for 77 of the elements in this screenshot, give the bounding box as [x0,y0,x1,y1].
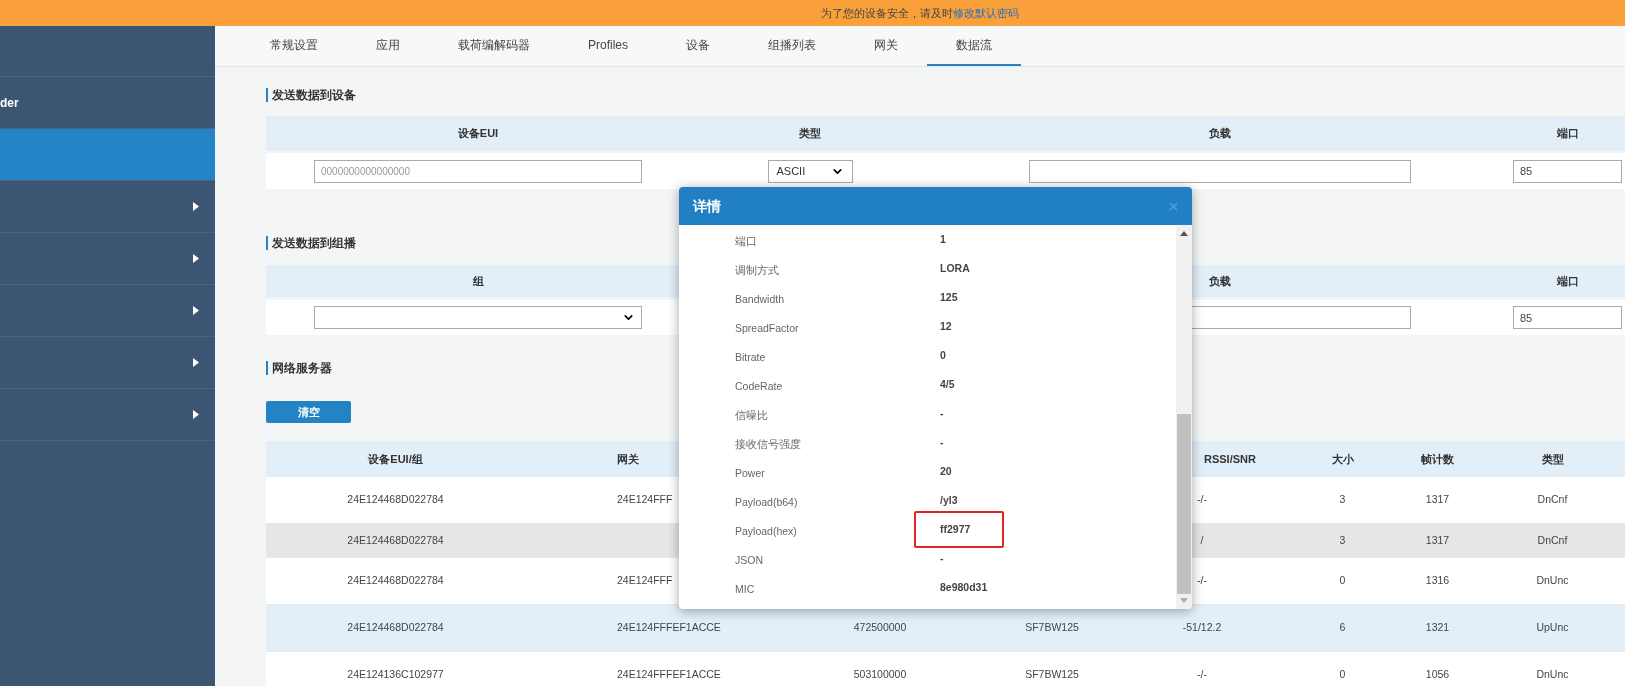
table-cell: SF7BW125 [1025,667,1079,683]
table-cell: DnCnf [1537,492,1568,508]
field-label: JSON [735,553,763,566]
section-title: 发送数据到设备 [266,88,356,102]
field-label: CodeRate [735,379,783,392]
column-header: 设备EUI [457,126,499,142]
field-value: 4/5 [939,376,955,392]
table-cell: 0 [1339,573,1346,589]
table-cell: 24E124468D022784 [347,492,444,508]
table-cell: 472500000 [853,620,907,636]
field-label: Payload(hex) [735,524,797,537]
table-cell: 3 [1339,492,1346,508]
table-cell: SF7BW125 [1025,620,1079,636]
field-value: 125 [939,289,958,305]
table-cell: 24E124468D022784 [347,620,444,636]
column-header: 类型 [799,126,821,142]
field-label: Payload(b64) [735,495,798,508]
column-header: 帧计数 [1421,451,1454,467]
table-cell: 24E124FFF [617,492,673,508]
field-label: 信噪比 [735,408,768,421]
field-value: 12 [939,318,952,334]
table-cell: 24E124FFFEF1ACCE [617,620,721,636]
table-cell: 1056 [1425,667,1450,683]
field-label: Bitrate [735,350,766,363]
column-header: 网关 [617,451,639,467]
column-header: 类型 [1541,451,1564,467]
field-value: 8e980d31 [939,579,988,595]
field-value: 0 [939,347,946,363]
field-value: LORA [939,260,970,276]
table-cell: 503100000 [853,667,907,683]
table-cell: -/- [1197,573,1207,589]
table-cell: -51/12.2 [1182,620,1222,636]
table-cell-text: 3 [1339,532,1346,548]
column-header: 组 [472,273,484,289]
table-cell: 1321 [1425,620,1450,636]
field-value: 20 [939,463,952,479]
table-cell-text: 1317 [1425,532,1450,548]
table-cell: 24E124136C102977 [347,667,444,683]
column-header: 大小 [1331,451,1354,467]
field-value: 1 [939,231,946,247]
table-cell: 1316 [1425,573,1450,589]
table-cell: DnUnc [1536,573,1569,589]
table-cell: 6 [1339,620,1346,636]
table-cell: 0 [1339,667,1346,683]
field-value: /yl3 [939,492,958,508]
table-cell: -/- [1197,667,1207,683]
table-cell: 24E124FFFEF1ACCE [617,667,721,683]
field-label: SpreadFactor [735,321,799,334]
section-title: 发送数据到组播 [266,236,356,250]
field-label: Bandwidth [735,292,785,305]
table-cell: -/- [1197,492,1207,508]
banner-text: 为了您的设备安全，请及时 [821,5,953,21]
table-cell-text: 24E124468D022784 [347,532,444,548]
field-label: Power [735,466,765,479]
table-cell: DnUnc [1536,667,1569,683]
field-label: 端口 [735,234,757,247]
table-cell: UpUnc [1536,620,1569,636]
table-cell: 24E124468D022784 [347,573,444,589]
dialog-title: 详情 [693,196,721,216]
column-header: 负载 [1209,126,1231,142]
column-header: 负载 [1209,273,1231,289]
table-cell-text: DnCnf [1537,532,1568,548]
column-header: 端口 [1556,273,1579,289]
field-value: - [939,434,944,450]
table-cell-text: / [1200,532,1204,548]
field-value: - [939,405,944,421]
field-value: - [939,550,944,566]
table-cell: 24E124FFF [617,573,673,589]
column-header: 端口 [1556,126,1579,142]
column-header: RSSI/SNR [1204,451,1256,467]
column-header: 设备EUI/组 [368,451,423,467]
field-value: ff2977 [914,510,1005,549]
field-label: 接收信号强度 [735,437,801,450]
field-label: 调制方式 [735,263,779,276]
section-title: 网络服务器 [266,361,332,375]
field-label: MIC [735,582,755,595]
table-cell: 1317 [1425,492,1450,508]
